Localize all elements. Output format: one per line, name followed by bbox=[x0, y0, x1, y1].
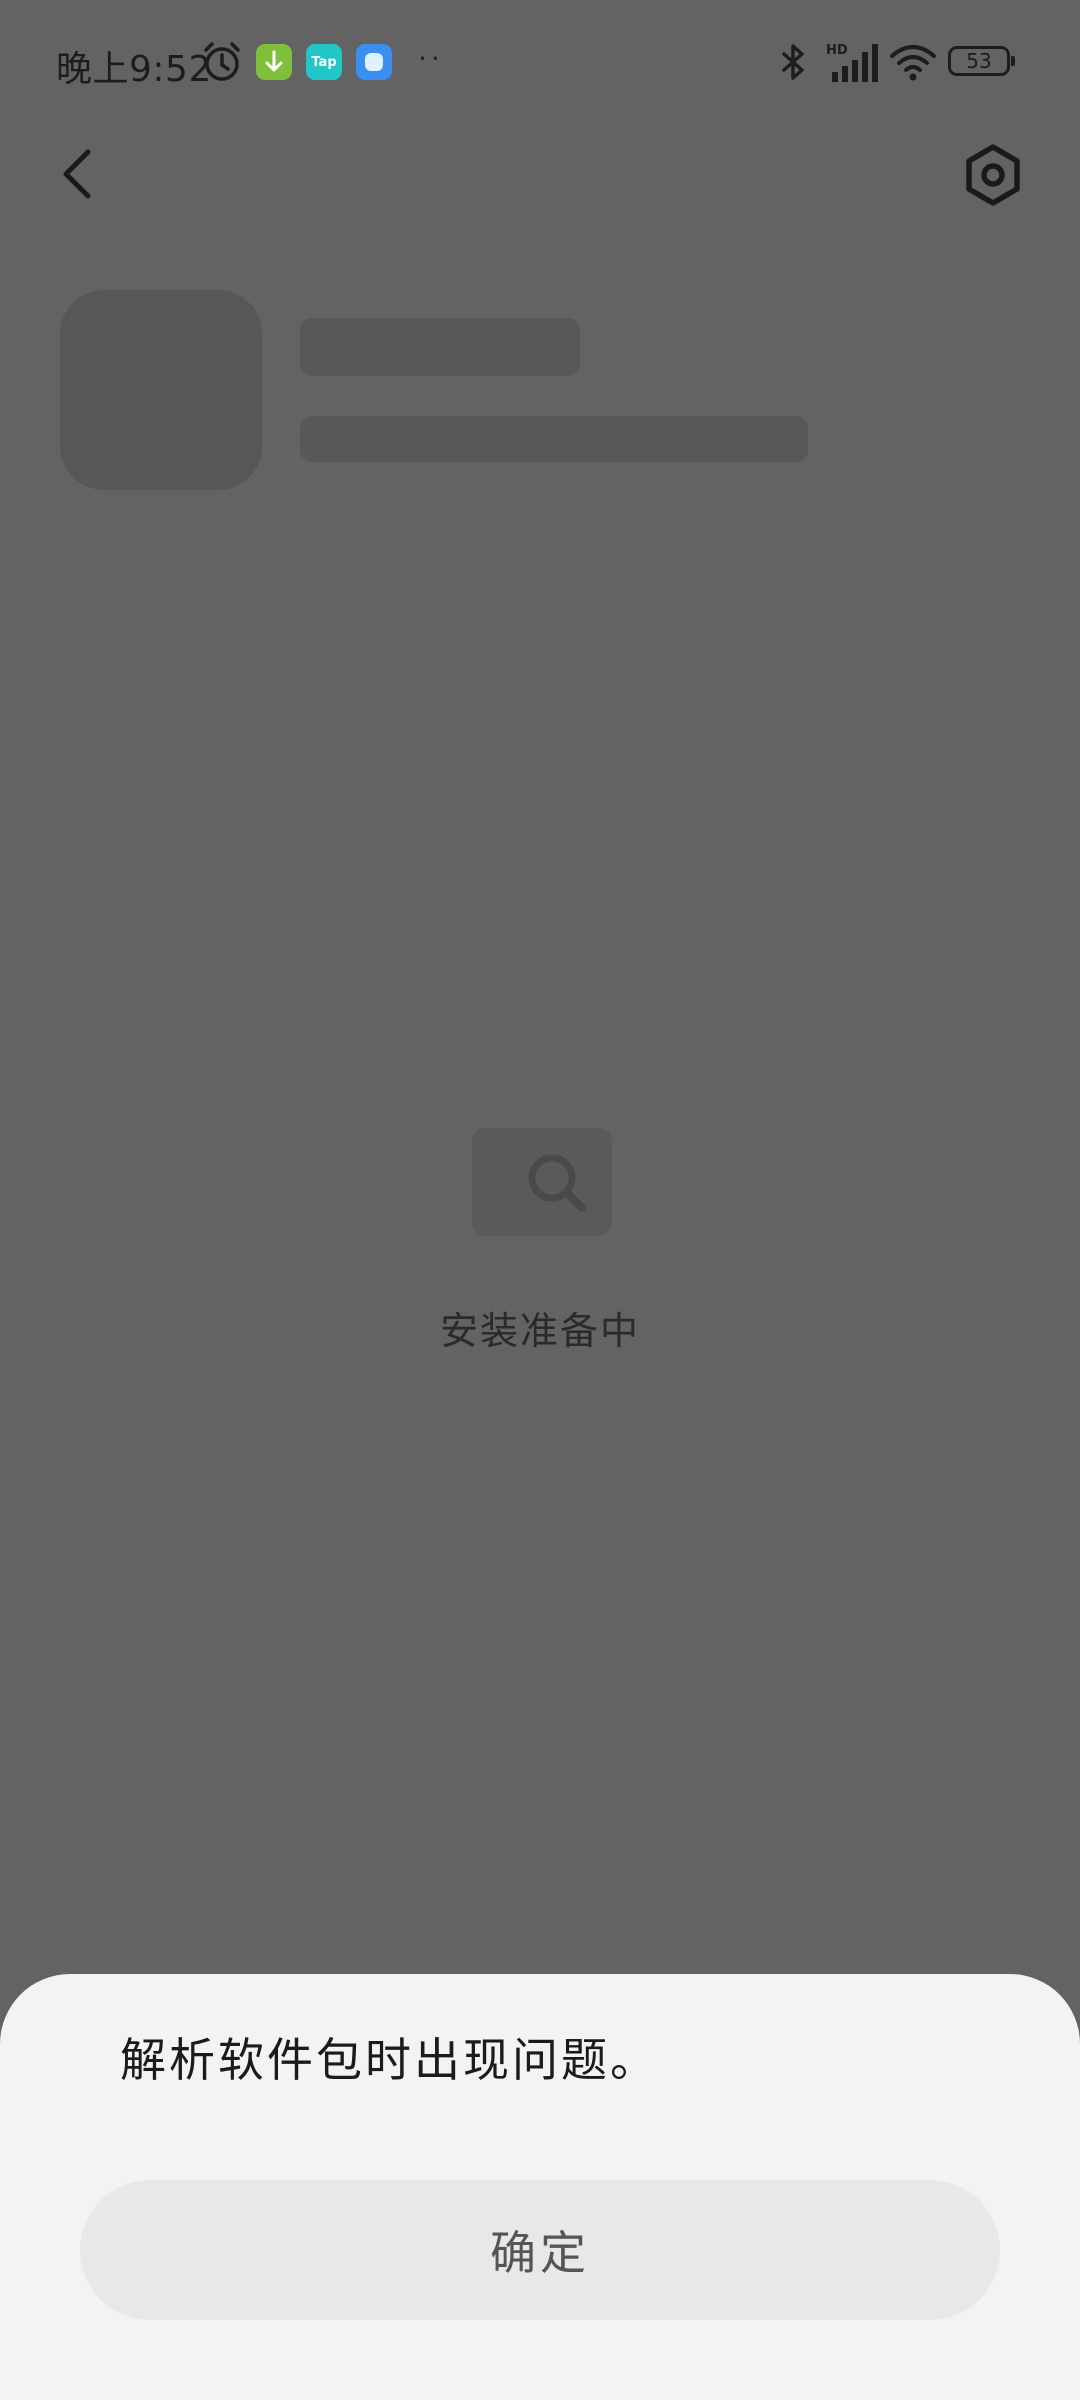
status-time: 晚上9:52 bbox=[56, 49, 212, 90]
bluetooth-icon bbox=[782, 44, 804, 80]
app-name-placeholder bbox=[300, 318, 580, 376]
app-icon-placeholder bbox=[60, 290, 262, 490]
taptap-label: Tap bbox=[311, 54, 337, 70]
back-button[interactable] bbox=[50, 140, 110, 204]
battery-level: 53 bbox=[966, 49, 992, 73]
battery-icon: 53 bbox=[948, 46, 1015, 76]
more-notifications-icon: ·· bbox=[418, 42, 444, 75]
svg-text:HD: HD bbox=[826, 43, 848, 58]
alarm-icon bbox=[204, 42, 240, 81]
cellular-signal-icon: HD bbox=[826, 43, 878, 82]
error-dialog: 解析软件包时出现问题。 确定 bbox=[0, 1974, 1080, 2400]
preparing-status-text: 安装准备中 bbox=[439, 1309, 640, 1353]
chevron-left-icon bbox=[63, 149, 91, 199]
browser-app-icon bbox=[356, 44, 392, 80]
app-info-placeholder bbox=[300, 416, 808, 462]
wifi-icon bbox=[890, 45, 936, 81]
search-icon bbox=[528, 1154, 586, 1212]
status-bar: 晚上9:52 Tap ·· HD 53 bbox=[0, 0, 1080, 125]
settings-button[interactable] bbox=[958, 140, 1028, 210]
dialog-message: 解析软件包时出现问题。 bbox=[120, 2033, 659, 2087]
settings-hexagon-icon bbox=[966, 144, 1020, 206]
preparing-illustration bbox=[472, 1128, 612, 1236]
download-app-icon bbox=[256, 44, 292, 80]
confirm-button[interactable]: 确定 bbox=[80, 2180, 1000, 2320]
taptap-app-icon: Tap bbox=[306, 44, 342, 80]
